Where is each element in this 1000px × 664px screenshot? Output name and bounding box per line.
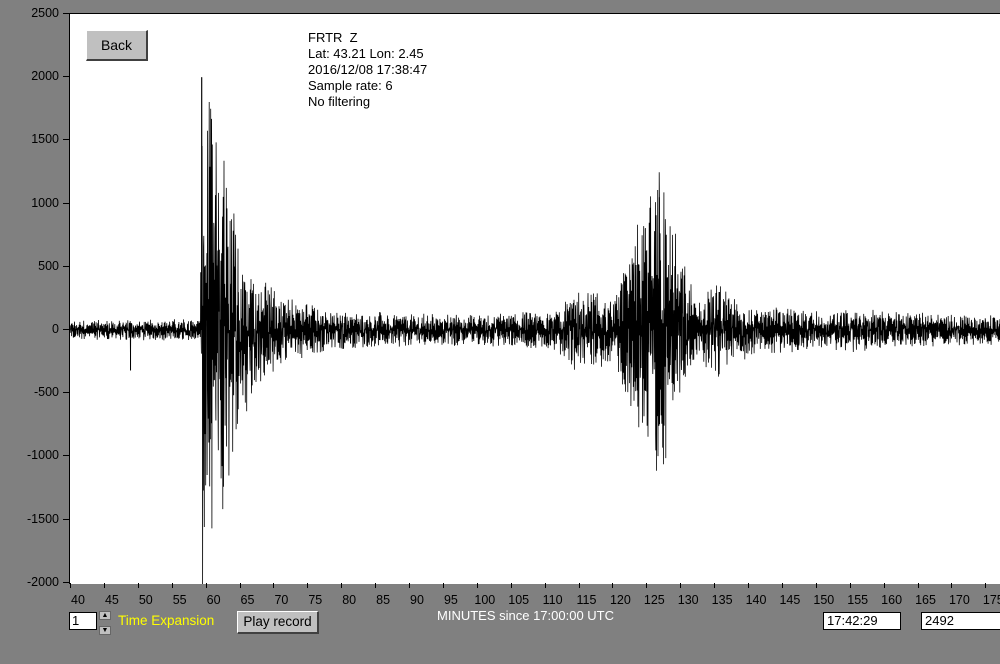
time-expansion-label: Time Expansion (118, 613, 215, 628)
x-tick-mark (815, 583, 817, 588)
x-tick-mark (476, 583, 478, 588)
time-expansion-input[interactable]: 1 (69, 612, 97, 630)
x-tick-label: 70 (274, 593, 289, 607)
x-tick-label: 165 (915, 593, 936, 607)
x-tick-label: 140 (745, 593, 767, 607)
y-tick-label: 2500 (31, 6, 59, 20)
x-tick-mark (171, 583, 173, 588)
play-record-button[interactable]: Play record (237, 611, 319, 634)
x-tick-mark (239, 583, 241, 588)
x-tick-mark (748, 583, 749, 588)
x-tick-mark (409, 583, 410, 588)
x-tick-label: 105 (508, 593, 530, 607)
seismogram-plot (69, 13, 1000, 584)
record-datetime: 2016/12/08 17:38:47 (308, 62, 428, 77)
x-tick-label: 145 (779, 593, 801, 607)
x-tick-label: 60 (206, 593, 221, 607)
x-tick-label: 130 (677, 593, 699, 607)
y-tick-mark (63, 518, 69, 520)
x-tick-label: 175 (982, 593, 1000, 607)
y-tick-mark (63, 392, 69, 394)
y-tick-mark (63, 13, 69, 14)
spin-up-icon[interactable]: ▲ (99, 611, 111, 620)
x-tick-mark (883, 583, 885, 588)
y-tick-mark (63, 202, 69, 204)
x-tick-mark (137, 583, 139, 588)
x-tick-label: 170 (948, 593, 970, 607)
x-tick-mark (680, 583, 682, 588)
y-tick-mark (63, 329, 69, 330)
x-tick-mark (442, 583, 444, 588)
x-tick-label: 65 (240, 593, 255, 607)
time-readout: 17:42:29 (823, 612, 901, 630)
x-tick-label: 120 (609, 593, 631, 607)
x-tick-label: 150 (813, 593, 835, 607)
y-tick-mark (63, 76, 69, 78)
x-tick-label: 115 (576, 593, 597, 607)
x-tick-mark (985, 583, 987, 588)
y-tick-mark (63, 581, 69, 583)
x-tick-label: 85 (376, 593, 391, 607)
x-axis-title: MINUTES since 17:00:00 UTC (437, 608, 615, 623)
x-tick-label: 100 (474, 593, 496, 607)
x-tick-mark (578, 583, 580, 588)
y-tick-label: -1500 (27, 511, 59, 526)
y-tick-mark (63, 265, 69, 267)
y-tick-label: -1000 (27, 448, 59, 463)
x-tick-mark (917, 583, 919, 588)
x-tick-label: 80 (342, 593, 357, 607)
x-tick-label: 160 (881, 593, 903, 607)
x-tick-mark (544, 583, 546, 588)
x-tick-label: 155 (847, 593, 869, 607)
waveform-line (70, 77, 1000, 584)
y-tick-label: -500 (33, 385, 59, 400)
y-tick-mark (63, 455, 69, 457)
seismogram-trace (70, 77, 1000, 584)
y-tick-label: 500 (38, 258, 59, 273)
y-tick-label: 1000 (31, 195, 59, 210)
x-tick-mark (781, 583, 783, 588)
x-tick-mark (273, 583, 275, 588)
x-tick-mark (375, 583, 377, 588)
x-tick-label: 50 (138, 593, 153, 607)
x-tick-label: 75 (308, 593, 323, 607)
back-button[interactable]: Back (86, 30, 148, 61)
x-tick-mark (612, 583, 614, 588)
x-tick-mark (70, 583, 71, 588)
x-tick-mark (341, 583, 343, 588)
x-tick-label: 55 (172, 593, 187, 607)
station-location: Lat: 43.21 Lon: 2.45 (308, 46, 424, 61)
sample-rate: Sample rate: 6 (308, 78, 393, 93)
y-tick-mark (63, 139, 69, 141)
station-info: FRTR Z Lat: 43.21 Lon: 2.45 2016/12/08 1… (308, 30, 427, 110)
spin-down-icon[interactable]: ▼ (99, 626, 111, 635)
x-tick-label: 125 (643, 593, 665, 607)
x-tick-label: 95 (443, 593, 458, 607)
x-tick-label: 110 (542, 593, 563, 607)
x-tick-mark (714, 583, 716, 588)
x-tick-mark (646, 583, 648, 588)
x-tick-mark (205, 583, 207, 588)
x-tick-mark (510, 583, 512, 588)
x-tick-label: 90 (410, 593, 424, 607)
x-tick-mark (103, 583, 105, 588)
station-name: FRTR Z (308, 30, 358, 45)
y-tick-label: 2000 (31, 69, 59, 84)
x-tick-mark (849, 583, 851, 588)
filter-status: No filtering (308, 94, 371, 109)
x-tick-label: 45 (104, 593, 119, 607)
x-tick-mark (951, 583, 953, 588)
x-tick-label: 135 (711, 593, 733, 607)
y-tick-label: -2000 (27, 574, 59, 589)
sample-count-readout: 2492 (921, 612, 1000, 630)
x-tick-label: 40 (71, 593, 85, 607)
x-tick-mark (307, 583, 309, 588)
y-tick-label: 1500 (31, 132, 59, 147)
y-tick-label: 0 (52, 322, 59, 336)
